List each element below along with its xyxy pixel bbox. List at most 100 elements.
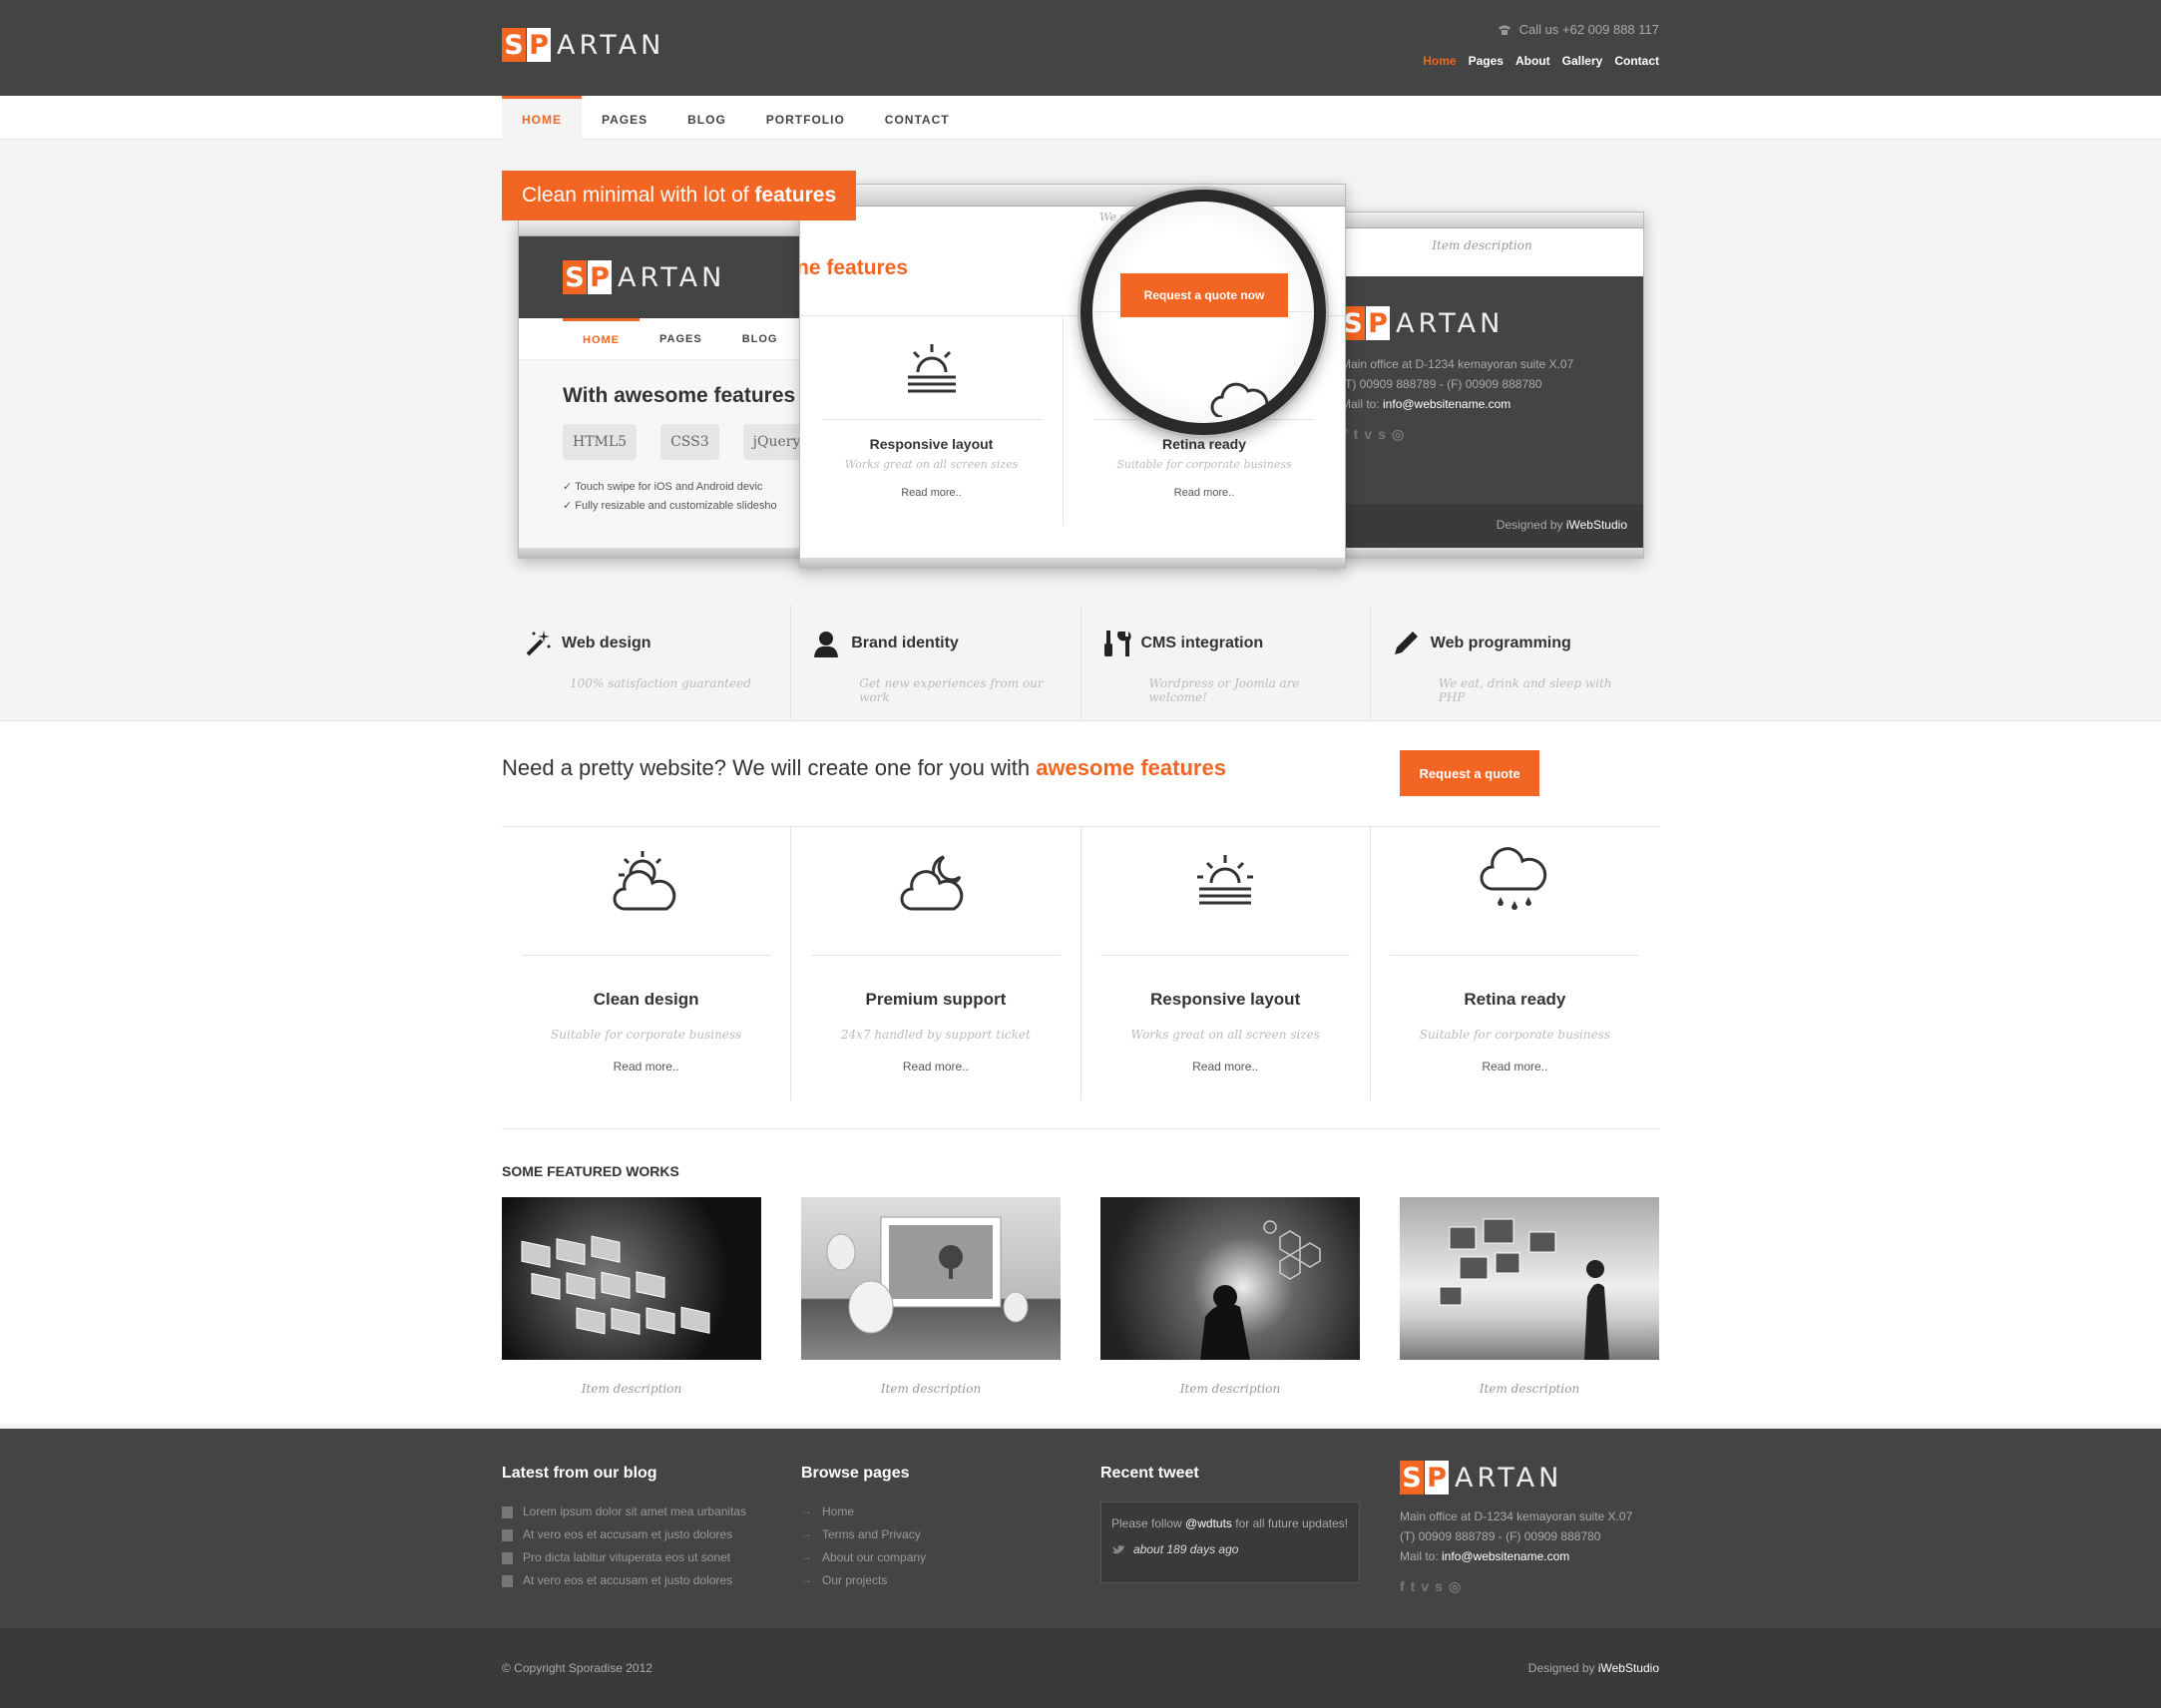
service-brand-identity[interactable]: Brand identity Get new experiences from … bbox=[791, 605, 1081, 719]
blog-link[interactable]: At vero eos et accusam et justo dolores bbox=[502, 1523, 746, 1546]
work-item[interactable]: Item description bbox=[1400, 1197, 1659, 1396]
feature-premium-support: Premium support 24x7 handled by support … bbox=[791, 827, 1081, 1100]
social-icons: ftvs◎ bbox=[1343, 426, 1404, 443]
tweet-user-link[interactable]: @wdtuts bbox=[1185, 1516, 1232, 1530]
footer-browse: Browse pages → Home → Terms and Privacy → A… bbox=[801, 1465, 926, 1592]
featured-works: Item description Item description Item d… bbox=[502, 1197, 1659, 1396]
window-logo: S P ARTAN bbox=[1341, 306, 1504, 340]
arrow-right-icon: → bbox=[801, 1574, 812, 1586]
read-more-link[interactable]: Read more.. bbox=[791, 1060, 1080, 1073]
browse-link[interactable]: → About our company bbox=[801, 1546, 926, 1569]
screenshot-window-right: Item description S P ARTAN Main office at … bbox=[1320, 212, 1644, 559]
blog-link[interactable]: At vero eos et accusam et justo dolores bbox=[502, 1569, 746, 1592]
twitter-icon: t bbox=[1353, 426, 1359, 442]
call-info: Call us +62 009 888 117 bbox=[1498, 22, 1659, 37]
cta-text: Need a pretty website? We will create on… bbox=[502, 755, 1226, 780]
site-logo[interactable]: S P ARTAN bbox=[502, 28, 664, 62]
copyright: © Copyright Sporadise 2012 bbox=[502, 1661, 652, 1675]
twitter-icon[interactable]: t bbox=[1411, 1576, 1416, 1596]
moon-cloud-icon bbox=[900, 855, 964, 911]
designer-link[interactable]: iWebStudio bbox=[1598, 1661, 1659, 1675]
social-icons: ftvs ◎ bbox=[1400, 1576, 1632, 1596]
vimeo-icon: v bbox=[1364, 426, 1373, 442]
work-thumbnail[interactable] bbox=[502, 1197, 761, 1360]
footer-address: Main office at D-1234 kemayoran suite X.… bbox=[1400, 1509, 1633, 1596]
bottom-bar bbox=[0, 1628, 2161, 1708]
browse-link[interactable]: → Our projects bbox=[801, 1569, 926, 1592]
top-link-about[interactable]: About bbox=[1515, 54, 1550, 68]
hero-slider[interactable]: Item description S P ARTAN Main office at … bbox=[502, 170, 1659, 589]
skype-icon[interactable]: s bbox=[1435, 1576, 1443, 1596]
feature-responsive-layout: Responsive layout Works great on all scr… bbox=[1081, 827, 1371, 1100]
work-item[interactable]: Item description bbox=[1100, 1197, 1360, 1396]
request-quote-now-button[interactable]: Request a quote now bbox=[1120, 273, 1288, 317]
top-link-gallery[interactable]: Gallery bbox=[1562, 54, 1603, 68]
featured-works-title: SOME FEATURED WORKS bbox=[502, 1163, 679, 1179]
screenshot-window-left: S P ARTAN HOME PAGES BLOG With awesome fea… bbox=[518, 219, 817, 559]
dribbble-icon[interactable]: ◎ bbox=[1449, 1576, 1461, 1596]
features-row: Clean design Suitable for corporate busi… bbox=[502, 826, 1659, 1100]
read-more-link[interactable]: Read more.. bbox=[1371, 1060, 1659, 1073]
feature-clean-design: Clean design Suitable for corporate busi… bbox=[502, 827, 792, 1100]
work-item[interactable]: Item description bbox=[502, 1197, 761, 1396]
top-link-home[interactable]: Home bbox=[1423, 54, 1456, 68]
arrow-right-icon: → bbox=[801, 1505, 812, 1517]
service-web-design[interactable]: Web design 100% satisfaction guaranteed bbox=[502, 605, 792, 719]
twitter-bird-icon bbox=[1112, 1544, 1124, 1553]
top-bar bbox=[0, 0, 2161, 96]
top-link-contact[interactable]: Contact bbox=[1614, 54, 1659, 68]
blog-link[interactable]: Pro dicta labitur vituperata eos ut sone… bbox=[502, 1546, 746, 1569]
tools-icon bbox=[1103, 631, 1131, 656]
nav-pages[interactable]: PAGES bbox=[582, 96, 667, 140]
designed-by: Designed by iWebStudio bbox=[1527, 1661, 1659, 1675]
top-link-pages[interactable]: Pages bbox=[1469, 54, 1504, 68]
arrow-right-icon: → bbox=[801, 1551, 812, 1563]
top-links: Home Pages About Gallery Contact bbox=[1423, 54, 1659, 68]
nav-home[interactable]: HOME bbox=[502, 96, 582, 140]
work-item[interactable]: Item description bbox=[801, 1197, 1061, 1396]
sunrise-icon bbox=[907, 344, 956, 393]
email-link[interactable]: info@websitename.com bbox=[1442, 1549, 1569, 1563]
request-quote-button[interactable]: Request a quote bbox=[1400, 750, 1539, 796]
document-icon bbox=[502, 1551, 513, 1564]
phone-icon bbox=[1498, 25, 1511, 35]
user-icon bbox=[814, 632, 839, 657]
service-cms-integration[interactable]: CMS integration Wordpress or Joomla are … bbox=[1081, 605, 1371, 719]
browse-link[interactable]: → Terms and Privacy bbox=[801, 1523, 926, 1546]
work-thumbnail[interactable] bbox=[1100, 1197, 1360, 1360]
window-logo: S P ARTAN bbox=[563, 260, 725, 294]
facebook-icon[interactable]: f bbox=[1400, 1576, 1405, 1596]
footer-blog: Latest from our blog Lorem ipsum dolor s… bbox=[502, 1465, 746, 1592]
magic-wand-icon bbox=[526, 631, 551, 656]
footer-tweet: Recent tweet bbox=[1100, 1465, 1199, 1482]
cloud-icon bbox=[1210, 382, 1269, 417]
browse-link[interactable]: → Home bbox=[801, 1500, 926, 1523]
dribbble-icon: ◎ bbox=[1391, 426, 1405, 442]
work-thumbnail[interactable] bbox=[1400, 1197, 1659, 1360]
service-web-programming[interactable]: Web programming We eat, drink and sleep … bbox=[1371, 605, 1659, 719]
document-icon bbox=[502, 1505, 513, 1518]
arrow-right-icon: → bbox=[801, 1528, 812, 1540]
read-more-link[interactable]: Read more.. bbox=[1081, 1060, 1370, 1073]
footer bbox=[0, 1429, 2161, 1628]
document-icon bbox=[502, 1574, 513, 1587]
hero-ribbon: Clean minimal with lot of features bbox=[502, 171, 857, 220]
sunrise-icon bbox=[1197, 855, 1254, 905]
blog-link[interactable]: Lorem ipsum dolor sit amet mea urbanitas bbox=[502, 1500, 746, 1523]
main-nav: HOME PAGES BLOG PORTFOLIO CONTACT bbox=[0, 96, 2161, 140]
nav-portfolio[interactable]: PORTFOLIO bbox=[746, 96, 865, 140]
tweet-box: Please follow @wdtuts for all future upd… bbox=[1100, 1501, 1360, 1583]
magnifier-lens: Request a quote now bbox=[1080, 190, 1326, 435]
sun-cloud-icon bbox=[613, 851, 675, 911]
document-icon bbox=[502, 1528, 513, 1541]
pencil-icon bbox=[1394, 632, 1418, 654]
work-thumbnail[interactable] bbox=[801, 1197, 1061, 1360]
footer-logo[interactable]: S P ARTAN bbox=[1400, 1461, 1562, 1494]
vimeo-icon[interactable]: v bbox=[1421, 1576, 1429, 1596]
rain-cloud-icon bbox=[1480, 847, 1547, 910]
nav-blog[interactable]: BLOG bbox=[667, 96, 746, 140]
feature-retina-ready: Retina ready Suitable for corporate busi… bbox=[1371, 827, 1659, 1100]
read-more-link[interactable]: Read more.. bbox=[502, 1060, 790, 1073]
services-row: Web design 100% satisfaction guaranteed … bbox=[502, 605, 1659, 719]
nav-contact[interactable]: CONTACT bbox=[865, 96, 970, 140]
